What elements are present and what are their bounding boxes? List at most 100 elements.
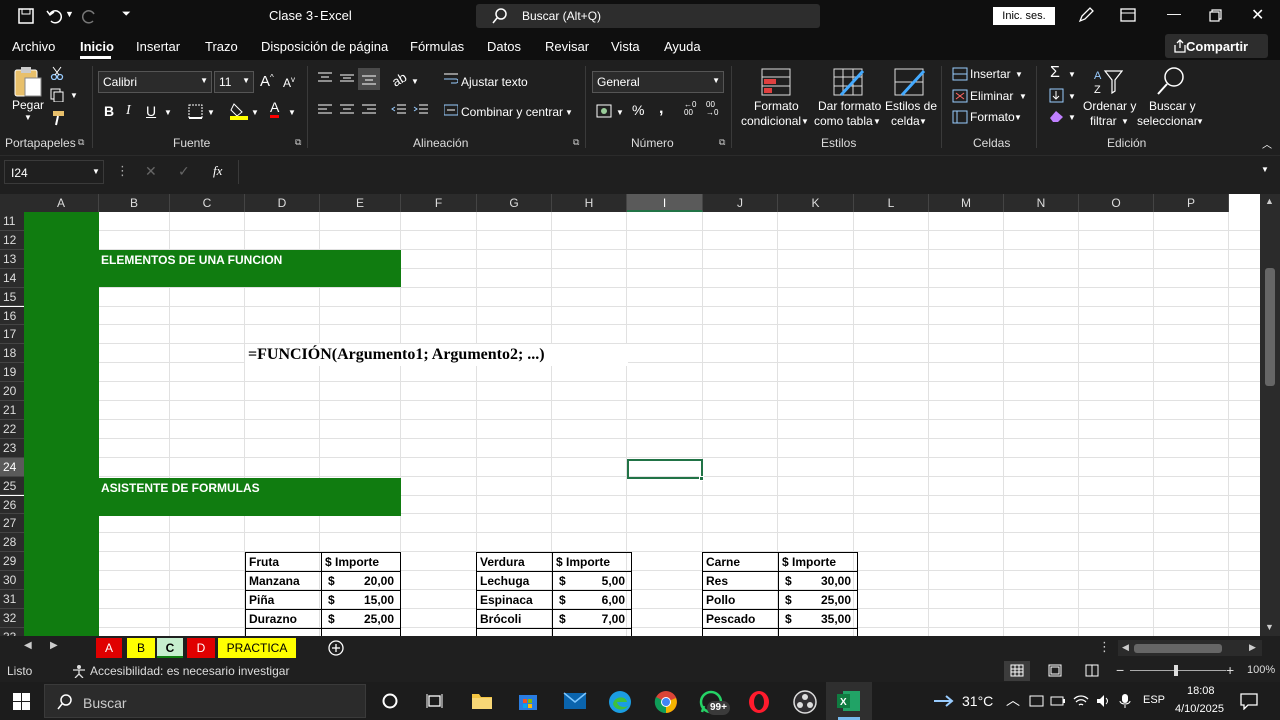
select-all-corner[interactable] [0, 194, 24, 212]
tab-disposicion[interactable]: Disposición de página [261, 39, 388, 54]
clock-date[interactable]: 4/10/2025 [1175, 703, 1224, 715]
sort-filter-dropdown-icon[interactable]: ▼ [1121, 117, 1129, 126]
table-header-amount[interactable]: $ Importe [325, 553, 379, 571]
row-header-21[interactable]: 21 [0, 401, 24, 420]
table-cell-currency[interactable]: $ [559, 572, 566, 590]
delete-cells-icon[interactable] [952, 89, 968, 103]
font-launcher-icon[interactable]: ⧉ [295, 137, 301, 148]
task-view-icon[interactable] [426, 693, 443, 709]
table-header-amount[interactable]: $ Importe [556, 553, 610, 571]
increase-indent-icon[interactable] [413, 104, 428, 116]
align-top-icon[interactable] [318, 72, 332, 84]
table-cell-amount[interactable]: 30,00 [821, 572, 851, 590]
delete-cells-label[interactable]: Eliminar [970, 89, 1013, 103]
row-header-32[interactable]: 32 [0, 608, 24, 628]
column-header-h[interactable]: H [552, 194, 627, 212]
row-header-13[interactable]: 13 [0, 249, 24, 269]
format-painter-icon[interactable] [50, 110, 66, 126]
merge-icon[interactable] [444, 104, 458, 116]
chrome-icon[interactable] [654, 690, 678, 714]
notifications-icon[interactable] [1240, 692, 1258, 710]
obs-icon[interactable] [793, 690, 817, 714]
font-color-icon[interactable]: A [270, 100, 280, 118]
format-as-table-icon[interactable] [833, 68, 865, 96]
row-header-19[interactable]: 19 [0, 363, 24, 383]
comma-style-icon[interactable]: , [659, 100, 663, 118]
close-icon[interactable]: ✕ [1251, 5, 1264, 25]
clipboard-launcher-icon[interactable]: ⧉ [78, 137, 84, 148]
table-cell-item[interactable]: Brócoli [480, 610, 521, 628]
selected-cell[interactable] [627, 459, 703, 479]
row-header-16[interactable]: 16 [0, 306, 24, 326]
accessibility-icon[interactable] [72, 664, 86, 678]
fill-handle[interactable] [699, 476, 704, 481]
conditional-format-dropdown-icon[interactable]: ▼ [801, 117, 809, 126]
restore-icon[interactable] [1209, 9, 1222, 22]
align-center-icon[interactable] [340, 104, 354, 116]
tab-vista[interactable]: Vista [611, 39, 640, 54]
merge-label[interactable]: Combinar y centrar [461, 105, 563, 119]
column-header-i[interactable]: I [627, 194, 703, 212]
table-cell-item[interactable]: Manzana [249, 572, 300, 590]
table-cell-amount[interactable]: 20,00 [364, 572, 394, 590]
format-as-table-label-1[interactable]: Dar formato [818, 99, 881, 113]
horizontal-scrollbar[interactable]: ◀ ▶ [1118, 640, 1262, 656]
formula-example[interactable]: =FUNCIÓN(Argumento1; Argumento2; ...) [248, 346, 545, 364]
zoom-slider[interactable] [1130, 670, 1226, 671]
tab-datos[interactable]: Datos [487, 39, 521, 54]
column-header-l[interactable]: L [854, 194, 929, 212]
opera-icon[interactable] [747, 690, 771, 714]
row-header-14[interactable]: 14 [0, 268, 24, 288]
zoom-out-icon[interactable]: − [1116, 662, 1124, 678]
column-header-o[interactable]: O [1079, 194, 1154, 212]
table-cell-currency[interactable]: $ [559, 591, 566, 609]
column-header-j[interactable]: J [703, 194, 778, 212]
normal-view-button[interactable] [1004, 661, 1030, 681]
tab-inicio[interactable]: Inicio [80, 39, 114, 54]
align-bottom-button[interactable] [358, 68, 380, 90]
decrease-indent-icon[interactable] [391, 104, 406, 116]
orientation-dropdown-icon[interactable]: ▼ [411, 77, 419, 86]
column-header-g[interactable]: G [477, 194, 552, 212]
table-cell-amount[interactable]: 7,00 [602, 610, 625, 628]
column-header-k[interactable]: K [778, 194, 854, 212]
table-cell-currency[interactable]: $ [785, 572, 792, 590]
font-color-dropdown-icon[interactable]: ▼ [288, 108, 296, 117]
tab-formulas[interactable]: Fórmulas [410, 39, 464, 54]
merge-dropdown-icon[interactable]: ▼ [565, 108, 573, 117]
find-select-label-2[interactable]: seleccionar [1137, 114, 1198, 128]
orientation-icon[interactable]: ab [389, 69, 409, 89]
sheet-tab-d[interactable]: D [187, 638, 215, 658]
wrap-text-label[interactable]: Ajustar texto [461, 75, 528, 89]
sheet-tab-practica[interactable]: PRACTICA [218, 638, 296, 658]
accounting-dropdown-icon[interactable]: ▼ [616, 108, 624, 117]
page-layout-icon[interactable] [1048, 664, 1062, 677]
row-header-26[interactable]: 26 [0, 495, 24, 515]
number-launcher-icon[interactable]: ⧉ [719, 137, 725, 148]
table-cell-amount[interactable]: 25,00 [364, 610, 394, 628]
table-cell-item[interactable]: Durazno [249, 610, 297, 628]
copy-dropdown-icon[interactable]: ▼ [70, 91, 78, 100]
save-icon[interactable] [18, 8, 34, 24]
formula-input[interactable] [238, 160, 1276, 184]
row-header-33[interactable]: 33 [0, 627, 24, 636]
table-cell-currency[interactable]: $ [328, 610, 335, 628]
row-header-17[interactable]: 17 [0, 325, 24, 345]
cell-styles-label-2[interactable]: celda [891, 114, 920, 128]
find-select-label-1[interactable]: Buscar y [1149, 99, 1196, 113]
microphone-icon[interactable] [1119, 693, 1131, 709]
fill-icon[interactable] [1049, 88, 1064, 103]
tab-ayuda[interactable]: Ayuda [664, 39, 701, 54]
align-right-icon[interactable] [362, 104, 376, 116]
table-cell-amount[interactable]: 15,00 [364, 591, 394, 609]
zoom-in-icon[interactable]: + [1226, 662, 1234, 678]
table-cell-item[interactable]: Piña [249, 591, 274, 609]
underline-icon[interactable]: U [146, 103, 156, 119]
zoom-level[interactable]: 100% [1247, 664, 1275, 676]
minimize-icon[interactable]: — [1167, 5, 1181, 21]
expand-formula-bar-icon[interactable]: ▼ [1261, 165, 1269, 174]
increase-decimal-icon[interactable]: ←0 00 [684, 101, 696, 117]
format-as-table-dropdown-icon[interactable]: ▼ [873, 117, 881, 126]
cancel-entry-icon[interactable]: ✕ [145, 163, 157, 180]
column-header-e[interactable]: E [320, 194, 401, 212]
